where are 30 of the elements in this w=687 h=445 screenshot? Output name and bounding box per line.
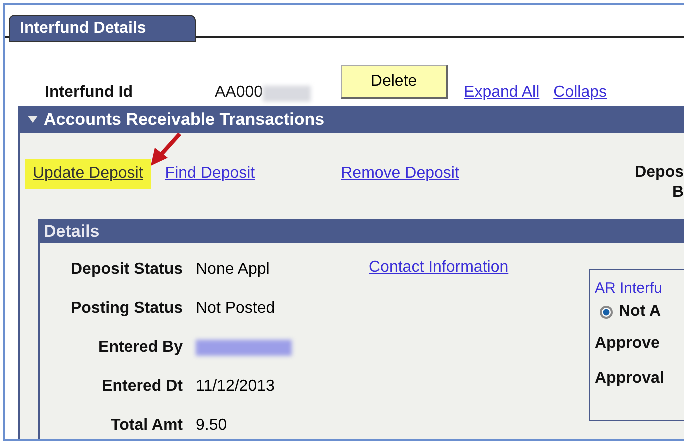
- section-title: Accounts Receivable Transactions: [44, 110, 325, 130]
- details-header: Details: [40, 219, 684, 243]
- field-label: Interfund Id: [45, 84, 134, 102]
- collapse-icon[interactable]: [28, 116, 38, 123]
- link[interactable]: Find Deposit: [157, 159, 264, 189]
- radio-button[interactable]: [600, 306, 613, 318]
- field-value: AA000: [215, 84, 264, 102]
- field-label: Approve: [595, 335, 661, 353]
- field-value: Not Posted: [196, 300, 276, 318]
- page-tab[interactable]: Interfund Details: [9, 15, 196, 42]
- field-label: B: [672, 183, 684, 203]
- field-label: Entered Dt: [101, 378, 184, 396]
- field-label: Approval: [595, 370, 666, 388]
- panel-title-link[interactable]: AR Interfu: [595, 280, 684, 297]
- link[interactable]: Collaps: [554, 84, 608, 102]
- field-label: Depos: [635, 163, 684, 183]
- section-header[interactable]: Accounts Receivable Transactions: [18, 106, 684, 133]
- link[interactable]: Remove Deposit: [333, 159, 468, 189]
- field-value: 11/12/2013: [196, 378, 275, 396]
- radio-label: Not A: [619, 303, 662, 321]
- field-value: None Appl: [196, 261, 270, 279]
- contact-link[interactable]: Contact Information: [369, 259, 509, 279]
- field-label: Entered By: [98, 339, 184, 357]
- field-label: Deposit Status: [70, 261, 184, 279]
- field-value: 9.50: [196, 417, 228, 435]
- field-label: Total Amt: [110, 417, 184, 435]
- link[interactable]: Expand All: [464, 84, 540, 102]
- delete-button[interactable]: Delete: [341, 65, 448, 99]
- field-label: Posting Status: [70, 300, 184, 318]
- link[interactable]: Update Deposit: [25, 159, 152, 189]
